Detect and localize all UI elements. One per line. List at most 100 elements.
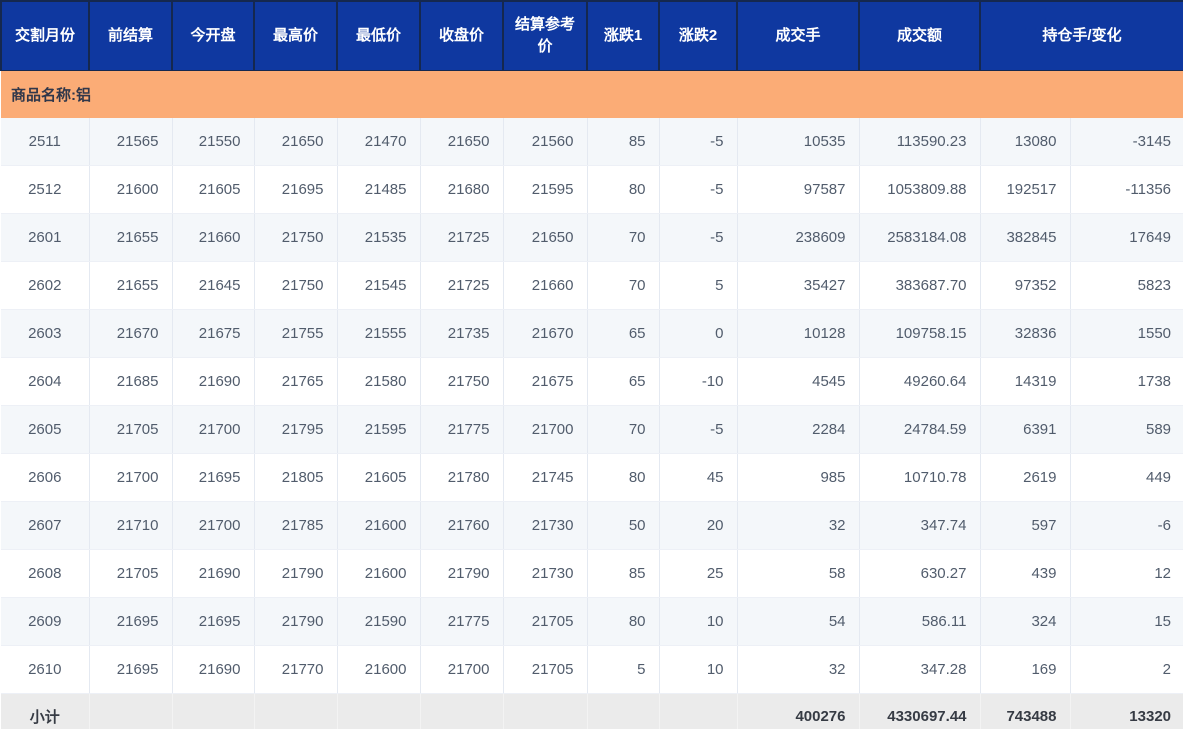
cell-change2: -5 (658, 405, 737, 454)
subtotal-empty-cell (419, 693, 503, 729)
cell-turnover: 347.28 (858, 645, 980, 694)
cell-open-interest: 192517 (979, 165, 1070, 214)
cell-open-price: 21675 (171, 309, 254, 358)
cell-high-price: 21790 (253, 597, 337, 646)
cell-volume: 58 (736, 549, 859, 598)
cell-turnover: 2583184.08 (858, 213, 980, 262)
cell-open-interest: 382845 (979, 213, 1070, 262)
cell-prev-settlement: 21710 (88, 501, 172, 550)
cell-turnover: 113590.23 (858, 118, 980, 166)
header-row: 交割月份 前结算 今开盘 最高价 最低价 收盘价 结算参考价 涨跌1 涨跌2 成… (0, 0, 1183, 71)
subtotal-open-interest: 743488 (979, 693, 1070, 729)
cell-change1: 80 (586, 453, 659, 502)
cell-close-price: 21735 (419, 309, 503, 358)
subtotal-empty-cell (658, 693, 737, 729)
cell-settlement-ref-price: 21745 (502, 453, 587, 502)
cell-high-price: 21790 (253, 549, 337, 598)
cell-prev-settlement: 21695 (88, 645, 172, 694)
cell-change2: -5 (658, 118, 737, 166)
cell-open-interest: 13080 (979, 118, 1070, 166)
cell-prev-settlement: 21705 (88, 549, 172, 598)
cell-turnover: 10710.78 (858, 453, 980, 502)
cell-prev-settlement: 21700 (88, 453, 172, 502)
cell-low-price: 21605 (336, 453, 420, 502)
cell-change1: 5 (586, 645, 659, 694)
cell-change2: -10 (658, 357, 737, 406)
cell-close-price: 21700 (419, 645, 503, 694)
cell-low-price: 21580 (336, 357, 420, 406)
cell-low-price: 21595 (336, 405, 420, 454)
table-row: 2606 21700 21695 21805 21605 21780 21745 80 45 98… (1, 453, 1183, 502)
cell-delivery-month: 2605 (1, 405, 89, 454)
cell-oi-change: -6 (1069, 501, 1183, 550)
cell-change1: 70 (586, 213, 659, 262)
cell-high-price: 21750 (253, 261, 337, 310)
cell-change1: 85 (586, 118, 659, 166)
col-header-change1: 涨跌1 (586, 0, 659, 71)
cell-oi-change: 15 (1069, 597, 1183, 646)
col-header-prev-settlement: 前结算 (88, 0, 172, 71)
cell-open-price: 21700 (171, 405, 254, 454)
cell-close-price: 21725 (419, 261, 503, 310)
cell-high-price: 21785 (253, 501, 337, 550)
table-row: 2610 21695 21690 21770 21600 21700 21705 5 10 32 3… (1, 645, 1183, 694)
cell-oi-change: 2 (1069, 645, 1183, 694)
cell-volume: 54 (736, 597, 859, 646)
cell-close-price: 21760 (419, 501, 503, 550)
cell-open-interest: 324 (979, 597, 1070, 646)
cell-delivery-month: 2602 (1, 261, 89, 310)
cell-open-interest: 32836 (979, 309, 1070, 358)
cell-open-price: 21645 (171, 261, 254, 310)
table-row: 2603 21670 21675 21755 21555 21735 21670 65 0 101… (1, 309, 1183, 358)
cell-change2: -5 (658, 213, 737, 262)
cell-settlement-ref-price: 21650 (502, 213, 587, 262)
cell-open-price: 21550 (171, 118, 254, 166)
cell-settlement-ref-price: 21660 (502, 261, 587, 310)
cell-change1: 70 (586, 261, 659, 310)
table-row: 2601 21655 21660 21750 21535 21725 21650 70 -5 23… (1, 213, 1183, 262)
product-group-label: 商品名称:铝 (1, 70, 1183, 118)
cell-delivery-month: 2607 (1, 501, 89, 550)
cell-oi-change: 1550 (1069, 309, 1183, 358)
cell-settlement-ref-price: 21675 (502, 357, 587, 406)
cell-volume: 4545 (736, 357, 859, 406)
cell-close-price: 21750 (419, 357, 503, 406)
cell-turnover: 383687.70 (858, 261, 980, 310)
cell-delivery-month: 2610 (1, 645, 89, 694)
table-row: 2608 21705 21690 21790 21600 21790 21730 85 25 58… (1, 549, 1183, 598)
cell-volume: 32 (736, 501, 859, 550)
cell-volume: 238609 (736, 213, 859, 262)
cell-open-price: 21690 (171, 549, 254, 598)
table-row: 2511 21565 21550 21650 21470 21650 21560 85 -5 10… (1, 118, 1183, 166)
cell-change2: 25 (658, 549, 737, 598)
cell-change2: -5 (658, 165, 737, 214)
cell-change2: 20 (658, 501, 737, 550)
cell-change2: 45 (658, 453, 737, 502)
cell-open-interest: 169 (979, 645, 1070, 694)
subtotal-empty-cell (586, 693, 659, 729)
cell-high-price: 21750 (253, 213, 337, 262)
cell-settlement-ref-price: 21730 (502, 501, 587, 550)
cell-oi-change: 449 (1069, 453, 1183, 502)
table-row: 2605 21705 21700 21795 21595 21775 21700 70 -5 22… (1, 405, 1183, 454)
col-header-close-price: 收盘价 (419, 0, 503, 71)
table-row: 2607 21710 21700 21785 21600 21760 21730 50 20 32… (1, 501, 1183, 550)
cell-high-price: 21755 (253, 309, 337, 358)
cell-low-price: 21600 (336, 501, 420, 550)
cell-low-price: 21545 (336, 261, 420, 310)
cell-turnover: 24784.59 (858, 405, 980, 454)
cell-change2: 0 (658, 309, 737, 358)
col-header-open-interest-change: 持仓手/变化 (978, 0, 1183, 71)
cell-delivery-month: 2511 (1, 118, 89, 166)
subtotal-empty-cell (253, 693, 337, 729)
product-group-row: 商品名称:铝 (1, 70, 1183, 118)
cell-high-price: 21770 (253, 645, 337, 694)
cell-close-price: 21650 (419, 118, 503, 166)
cell-high-price: 21765 (253, 357, 337, 406)
subtotal-oi-change: 13320 (1069, 693, 1183, 729)
cell-delivery-month: 2603 (1, 309, 89, 358)
cell-prev-settlement: 21655 (88, 213, 172, 262)
cell-close-price: 21775 (419, 405, 503, 454)
cell-prev-settlement: 21655 (88, 261, 172, 310)
cell-oi-change: 589 (1069, 405, 1183, 454)
